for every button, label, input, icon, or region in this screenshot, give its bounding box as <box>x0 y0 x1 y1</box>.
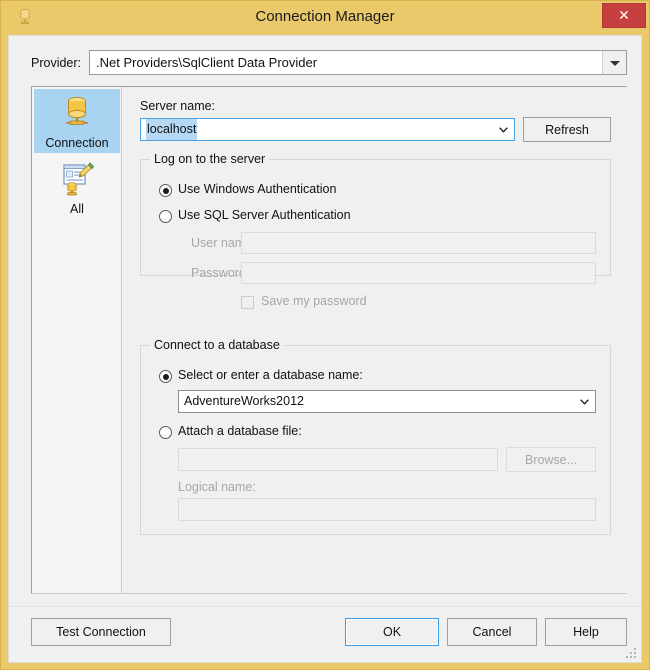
settings-panel: Connection All Server name: localhost Re… <box>31 86 628 594</box>
cancel-button[interactable]: Cancel <box>447 618 537 646</box>
connection-settings-pane: Server name: localhost Refresh Log on to… <box>123 87 628 593</box>
ok-button[interactable]: OK <box>345 618 439 646</box>
footer-separator <box>9 606 641 607</box>
logical-name-input[interactable] <box>178 498 596 521</box>
select-database-radio[interactable] <box>159 370 172 383</box>
provider-dropdown-button[interactable] <box>602 51 626 74</box>
sql-auth-label: Use SQL Server Authentication <box>178 208 351 222</box>
provider-label: Provider: <box>31 56 82 70</box>
close-button[interactable]: ✕ <box>602 3 646 28</box>
logon-group-title: Log on to the server <box>150 152 270 166</box>
attach-file-radio[interactable] <box>159 426 172 439</box>
connection-manager-window: Connection Manager ✕ Provider: .Net Prov… <box>0 0 650 670</box>
browse-button[interactable]: Browse... <box>506 447 596 472</box>
database-group: Connect to a database Select or enter a … <box>140 338 611 535</box>
sidebar-item-all[interactable]: All <box>34 155 120 219</box>
database-name-combobox[interactable]: AdventureWorks2012 <box>178 390 596 413</box>
windows-auth-label: Use Windows Authentication <box>178 182 337 196</box>
logon-group: Log on to the server Use Windows Authent… <box>140 152 611 309</box>
category-sidebar: Connection All <box>32 87 122 593</box>
server-name-label: Server name: <box>140 99 216 113</box>
save-password-label: Save my password <box>261 294 367 308</box>
properties-page-icon <box>59 160 95 198</box>
database-group-title: Connect to a database <box>150 338 284 352</box>
sidebar-item-connection-label: Connection <box>45 136 109 150</box>
attach-file-input[interactable] <box>178 448 498 471</box>
window-title: Connection Manager <box>255 8 395 25</box>
title-bar: Connection Manager ✕ <box>1 1 649 33</box>
sidebar-item-all-label: All <box>70 202 84 216</box>
sql-auth-radio[interactable] <box>159 210 172 223</box>
chevron-down-icon <box>580 398 589 405</box>
attach-file-label: Attach a database file: <box>178 424 302 438</box>
server-name-combobox[interactable]: localhost <box>140 118 515 141</box>
username-input[interactable] <box>241 232 596 254</box>
resize-grip[interactable] <box>625 647 637 659</box>
sidebar-item-connection[interactable]: Connection <box>34 89 120 153</box>
select-database-label: Select or enter a database name: <box>178 368 363 382</box>
database-name-value: AdventureWorks2012 <box>184 394 304 408</box>
provider-value: .Net Providers\SqlClient Data Provider <box>96 55 318 70</box>
password-input[interactable] <box>241 262 596 284</box>
windows-auth-radio[interactable] <box>159 184 172 197</box>
chevron-down-icon <box>499 126 508 133</box>
provider-combobox[interactable]: .Net Providers\SqlClient Data Provider <box>89 50 627 75</box>
database-connection-icon <box>59 94 95 132</box>
close-icon: ✕ <box>618 7 630 23</box>
save-password-checkbox[interactable] <box>241 296 254 309</box>
refresh-button[interactable]: Refresh <box>523 117 611 142</box>
logical-name-label: Logical name: <box>178 480 256 494</box>
test-connection-button[interactable]: Test Connection <box>31 618 171 646</box>
dialog-client-area: Provider: .Net Providers\SqlClient Data … <box>8 35 642 663</box>
chevron-down-icon <box>609 60 620 66</box>
server-name-value: localhost <box>146 119 198 140</box>
help-button[interactable]: Help <box>545 618 627 646</box>
